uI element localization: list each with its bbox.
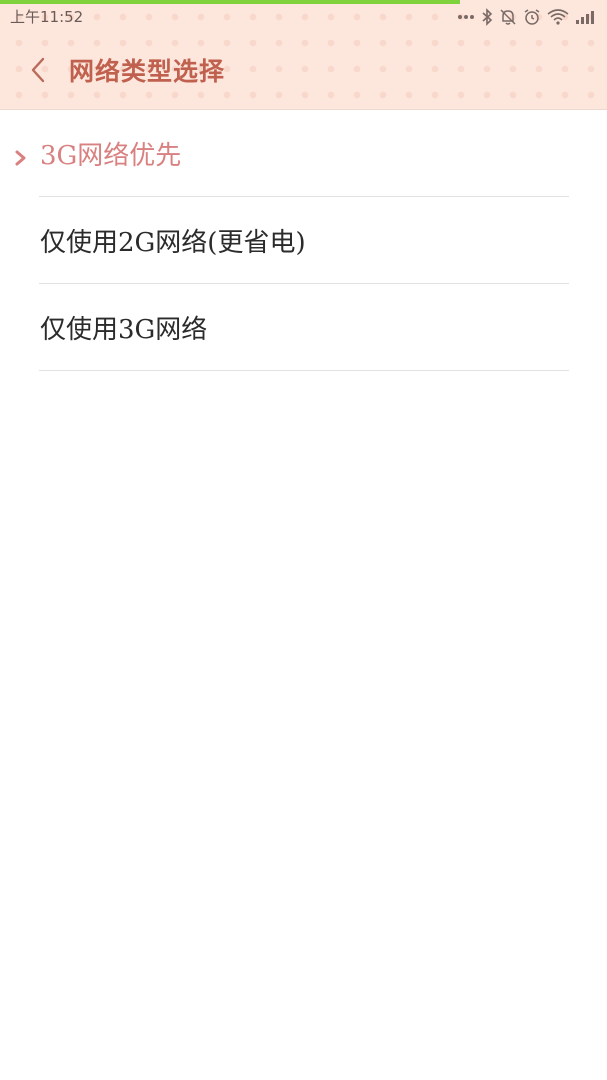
bluetooth-icon [481, 8, 493, 26]
signal-icon [575, 9, 597, 25]
network-type-list: 3G网络优先 仅使用2G网络(更省电) 仅使用3G网络 [0, 110, 607, 371]
more-dots-icon [457, 14, 475, 20]
wifi-icon [547, 9, 569, 25]
option-label: 仅使用3G网络 [40, 314, 208, 345]
option-2g-only[interactable]: 仅使用2G网络(更省电) [0, 197, 607, 283]
option-3g-preferred[interactable]: 3G网络优先 [0, 110, 607, 196]
option-label: 3G网络优先 [40, 140, 182, 171]
alarm-icon [523, 8, 541, 26]
notifications-off-icon [499, 8, 517, 26]
back-button[interactable] [20, 54, 56, 90]
chevron-left-icon [30, 57, 46, 87]
status-time: 上午11:52 [10, 8, 84, 26]
divider [39, 370, 569, 371]
status-icons [457, 6, 597, 28]
page-title: 网络类型选择 [69, 57, 226, 86]
status-bar: 上午11:52 [0, 4, 607, 30]
selected-chevron-icon [14, 144, 28, 166]
app-header: 上午11:52 网络类型选择 [0, 0, 607, 110]
option-3g-only[interactable]: 仅使用3G网络 [0, 284, 607, 370]
option-label: 仅使用2G网络(更省电) [40, 227, 306, 258]
